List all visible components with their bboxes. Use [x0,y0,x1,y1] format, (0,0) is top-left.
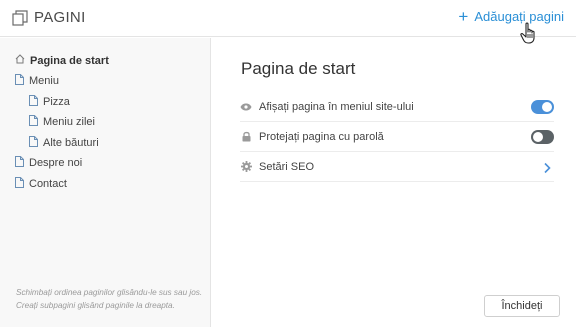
pages-sidebar: Pagina de start Meniu Pizza Meniu zilei … [0,38,211,327]
sidebar-item-meniu-zilei[interactable]: Meniu zilei [29,115,95,129]
toggle-knob [542,102,552,112]
setting-show-in-menu: Afișați pagina în meniul site-ului [240,92,554,122]
sidebar-item-despre-noi[interactable]: Despre noi [15,156,82,170]
page-title: PAGINI [34,9,86,26]
show-in-menu-toggle[interactable] [531,100,554,114]
setting-label: Protejați pagina cu parolă [259,130,384,143]
reorder-hint-text: Schimbați ordinea paginilor glisându-le … [16,288,203,310]
lock-icon [240,131,252,143]
toggle-knob [533,132,543,142]
sidebar-item-label: Despre noi [29,157,83,169]
sidebar-item-alte-bauturi[interactable]: Alte băuturi [29,136,99,150]
header-bar: PAGINI + Adăugați pagini [0,0,576,37]
sidebar-item-label: Pizza [43,96,70,108]
sidebar-item-pagina-de-start[interactable]: Pagina de start [15,54,109,67]
setting-password-protect: Protejați pagina cu parolă [240,122,554,152]
add-pages-button[interactable]: + Adăugați pagini [458,6,564,26]
page-icon [29,95,38,109]
sidebar-item-meniu[interactable]: Meniu [15,74,59,88]
page-icon [15,177,24,191]
sidebar-item-label: Meniu zilei [43,116,95,128]
pages-icon [12,10,28,26]
setting-label: Afișați pagina în meniul site-ului [259,100,414,113]
sidebar-item-label: Contact [29,178,67,190]
gear-icon [240,161,252,173]
chevron-right-icon[interactable] [542,161,552,174]
setting-seo[interactable]: Setări SEO [240,152,554,182]
sidebar-item-label: Alte băuturi [43,137,99,149]
plus-icon: + [458,6,469,26]
setting-label: Setări SEO [259,160,315,173]
sidebar-item-pizza[interactable]: Pizza [29,95,70,109]
home-icon [15,54,25,67]
sidebar-item-label: Meniu [29,75,59,87]
sidebar-item-label: Pagina de start [30,54,109,67]
sidebar-item-contact[interactable]: Contact [15,177,67,191]
close-button[interactable]: Închideți [484,295,560,317]
selected-page-title: Pagina de start [241,59,356,78]
page-icon [15,74,24,88]
password-protect-toggle[interactable] [531,130,554,144]
page-icon [29,115,38,129]
page-settings-panel: Pagina de start Afișați pagina în meniul… [212,38,576,327]
page-icon [15,156,24,170]
page-icon [29,136,38,150]
eye-icon [240,101,252,113]
